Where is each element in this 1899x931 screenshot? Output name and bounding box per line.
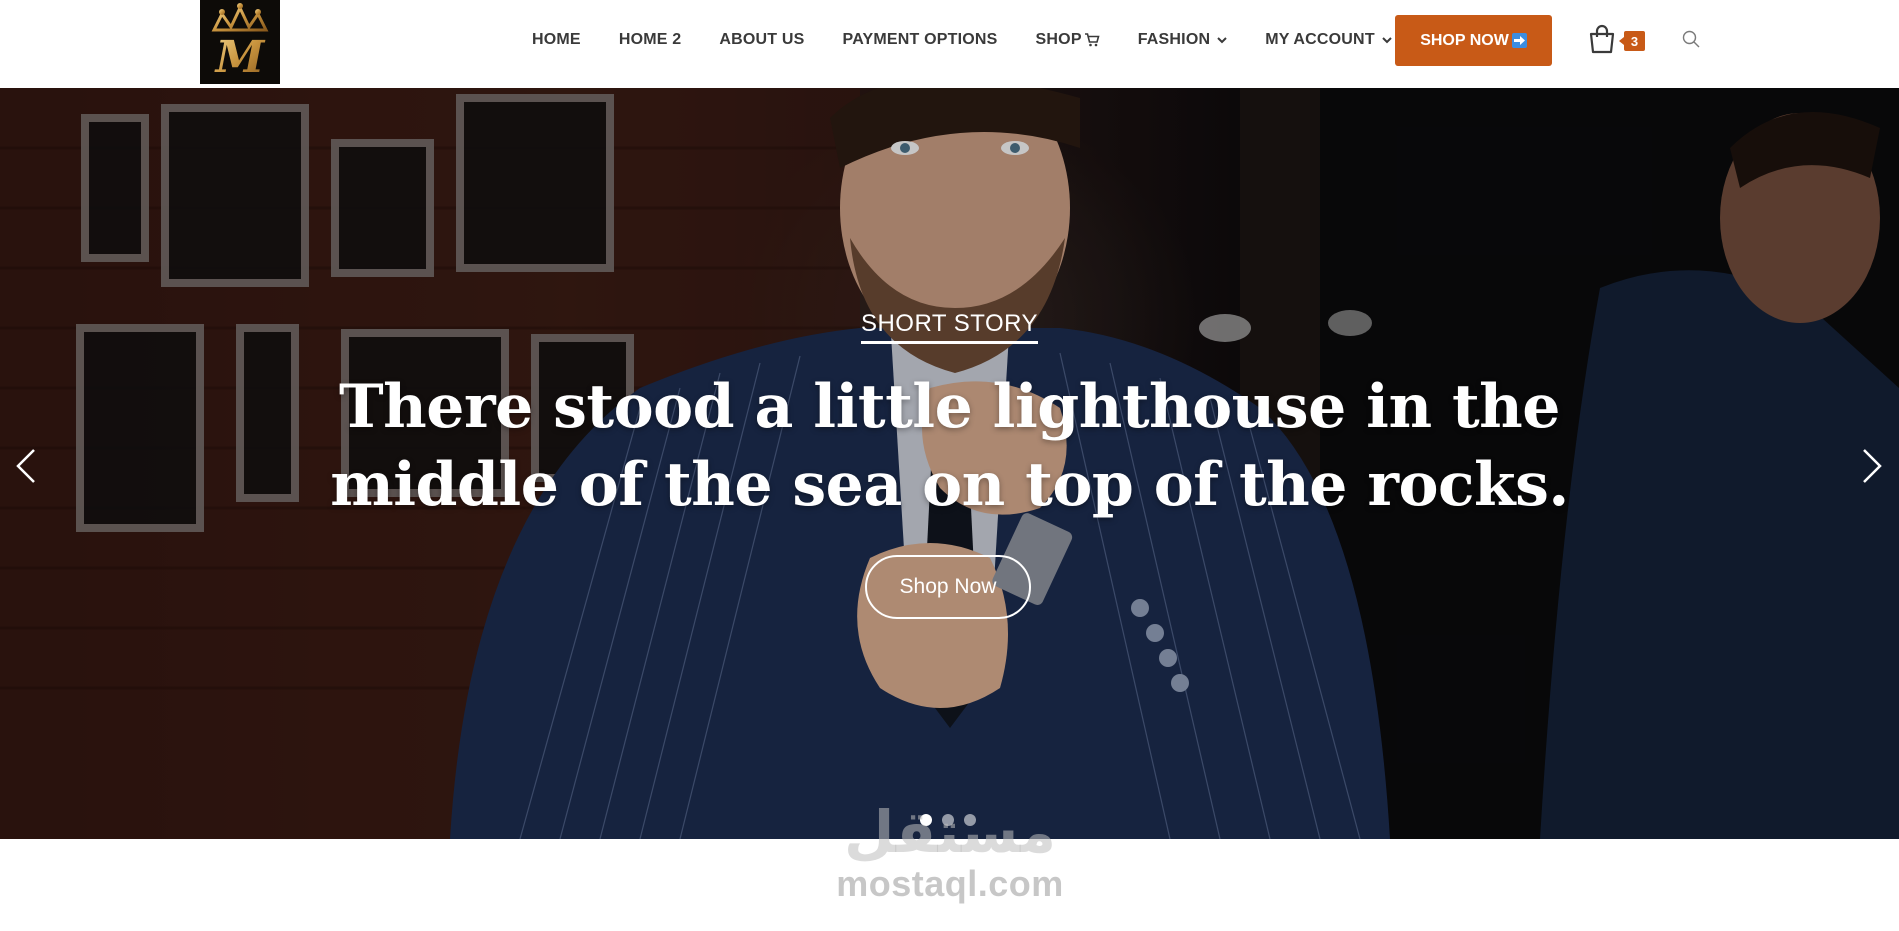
cart-icon [1084,33,1100,47]
nav-item-shop[interactable]: SHOP [1036,31,1100,49]
nav-item-payment-options[interactable]: PAYMENT OPTIONS [843,31,998,49]
nav-label: SHOP [1035,31,1082,48]
watermark-latin: mostaql.com [836,863,1064,904]
hero-slider: SHORT STORY There stood a little lightho… [0,88,1899,839]
slider-prev-arrow-icon[interactable] [14,446,38,486]
hero-subtitle-text: SHORT STORY [860,310,1039,344]
hero-headline: There stood a little lighthouse in the m… [330,372,1569,520]
cart-count-badge: 3 [1619,31,1645,51]
site-header: M HOME HOME 2 ABOUT US PAYMENT OPTIONS S… [0,0,1899,88]
shop-now-label: SHOP NOW [1420,31,1509,49]
crown-logo-icon: M [211,3,269,83]
slider-next-arrow-icon[interactable] [1860,446,1884,486]
hero-subtitle: SHORT STORY [0,310,1899,344]
nav-label: FASHION [1137,31,1211,48]
watermark-arabic: مستقل [843,798,1057,866]
site-logo[interactable]: M [200,0,280,84]
nav-label: HOME 2 [618,31,682,48]
chevron-down-icon [1382,36,1392,44]
nav-item-my-account[interactable]: MY ACCOUNT [1265,31,1392,49]
shop-now-button[interactable]: SHOP NOW [1395,15,1552,66]
shopping-bag-icon[interactable] [1588,24,1616,54]
main-nav: HOME HOME 2 ABOUT US PAYMENT OPTIONS SHO… [532,0,1430,80]
nav-item-fashion[interactable]: FASHION [1138,31,1228,49]
chevron-down-icon [1217,36,1227,44]
nav-label: MY ACCOUNT [1265,31,1375,48]
hero-shop-now-button[interactable]: Shop Now [865,555,1031,619]
arrow-right-icon [1511,33,1527,48]
nav-item-home-2[interactable]: HOME 2 [619,31,682,49]
nav-label: ABOUT US [719,31,805,48]
nav-label: HOME [532,31,581,48]
watermark: مستقل mostaql.com [830,800,1070,920]
nav-item-home[interactable]: HOME [532,31,581,49]
svg-text:M: M [214,32,266,83]
search-icon[interactable] [1682,30,1700,48]
nav-item-about-us[interactable]: ABOUT US [719,31,804,49]
nav-label: PAYMENT OPTIONS [842,31,998,48]
